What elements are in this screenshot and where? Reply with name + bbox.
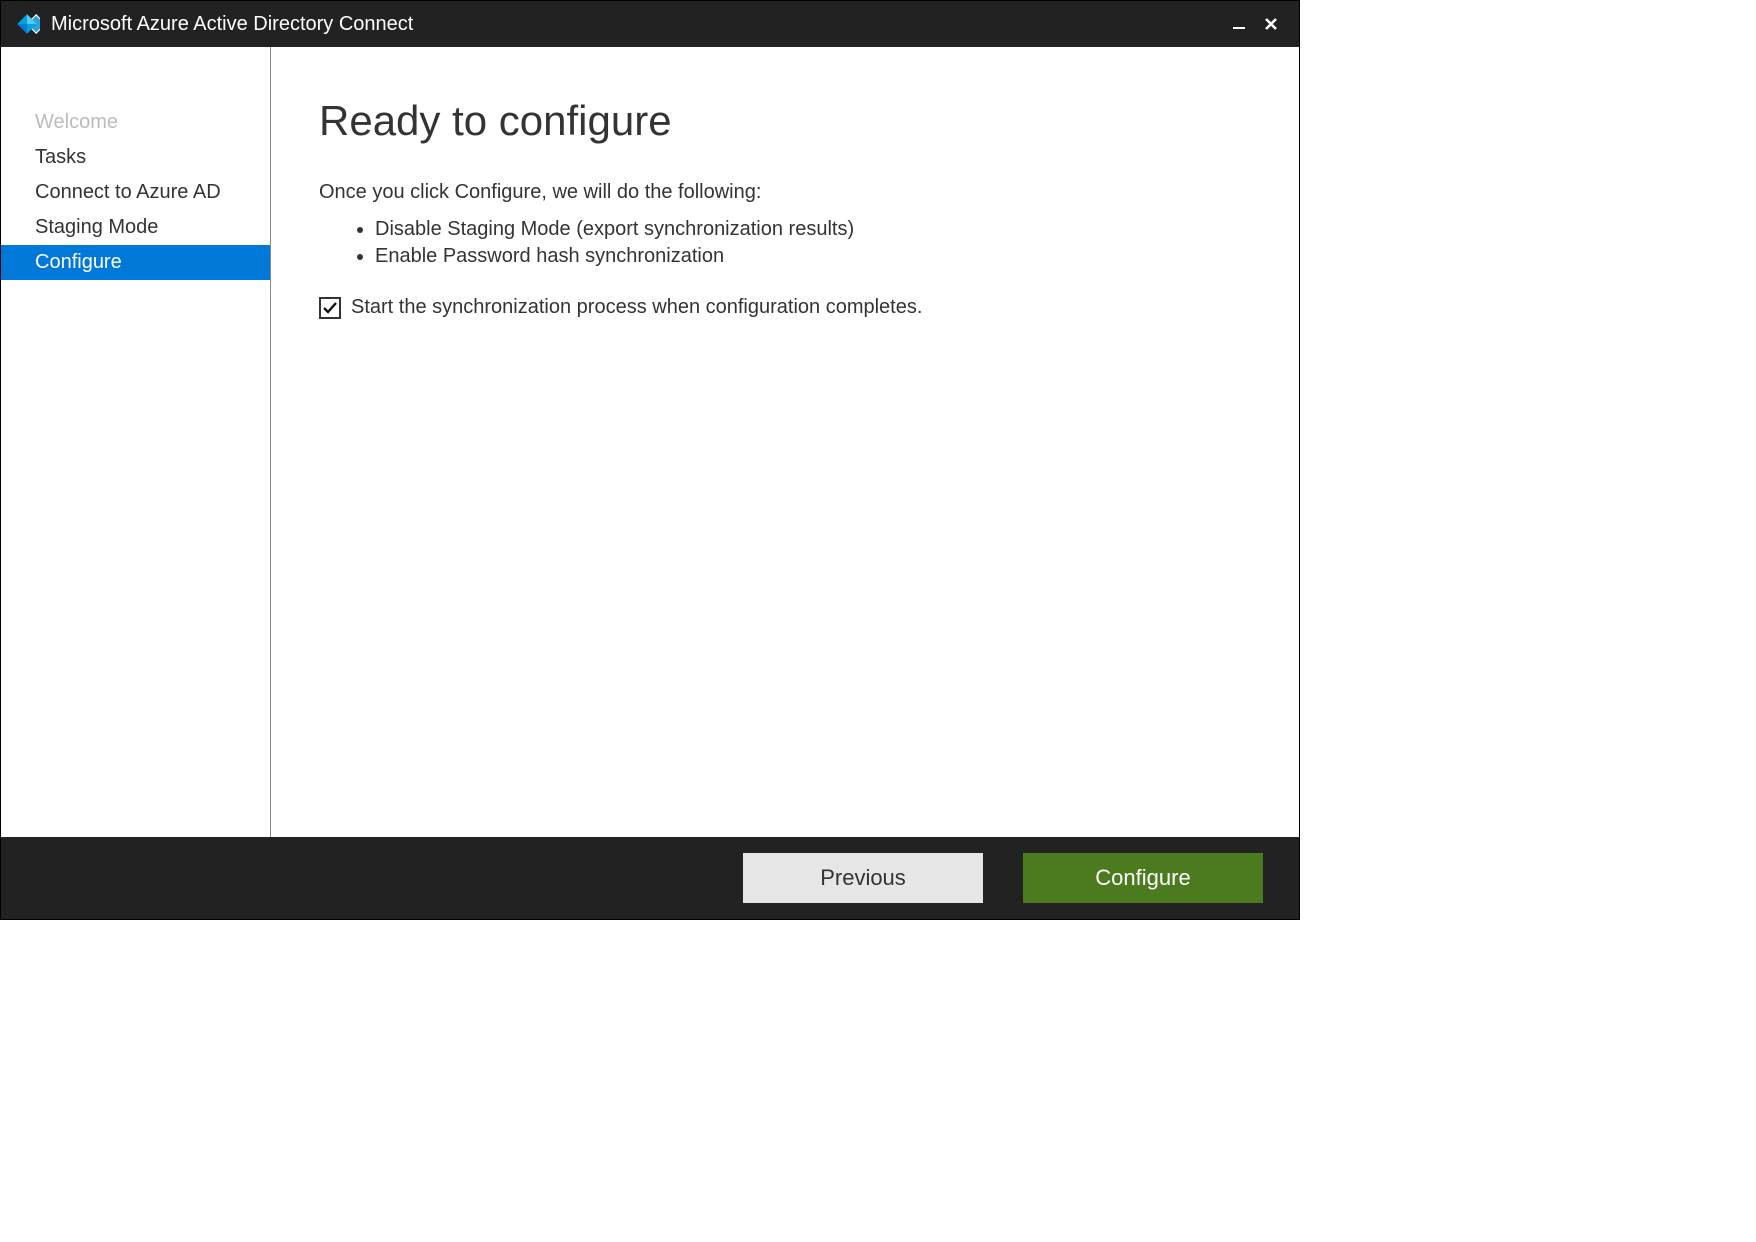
sidebar-item-tasks[interactable]: Tasks xyxy=(1,140,270,175)
titlebar: Microsoft Azure Active Directory Connect xyxy=(1,1,1299,47)
window-title: Microsoft Azure Active Directory Connect xyxy=(51,13,413,36)
sidebar: Welcome Tasks Connect to Azure AD Stagin… xyxy=(1,47,271,837)
page-heading: Ready to configure xyxy=(319,97,1251,145)
list-item: Enable Password hash synchronization xyxy=(375,245,1251,268)
azure-logo-icon xyxy=(13,10,41,38)
sidebar-item-staging-mode[interactable]: Staging Mode xyxy=(1,210,270,245)
start-sync-label: Start the synchronization process when c… xyxy=(351,296,922,319)
start-sync-checkbox[interactable] xyxy=(319,297,341,319)
list-item: Disable Staging Mode (export synchroniza… xyxy=(375,218,1251,241)
previous-button[interactable]: Previous xyxy=(743,853,983,903)
minimize-button[interactable] xyxy=(1223,8,1255,40)
sidebar-item-connect-azure-ad[interactable]: Connect to Azure AD xyxy=(1,175,270,210)
configure-button[interactable]: Configure xyxy=(1023,853,1263,903)
intro-text: Once you click Configure, we will do the… xyxy=(319,181,1251,204)
sidebar-item-welcome[interactable]: Welcome xyxy=(1,105,270,140)
footer: Previous Configure xyxy=(1,837,1299,919)
actions-list: Disable Staging Mode (export synchroniza… xyxy=(319,218,1251,268)
sidebar-item-configure[interactable]: Configure xyxy=(1,245,270,280)
close-button[interactable] xyxy=(1255,8,1287,40)
main-panel: Ready to configure Once you click Config… xyxy=(271,47,1299,837)
